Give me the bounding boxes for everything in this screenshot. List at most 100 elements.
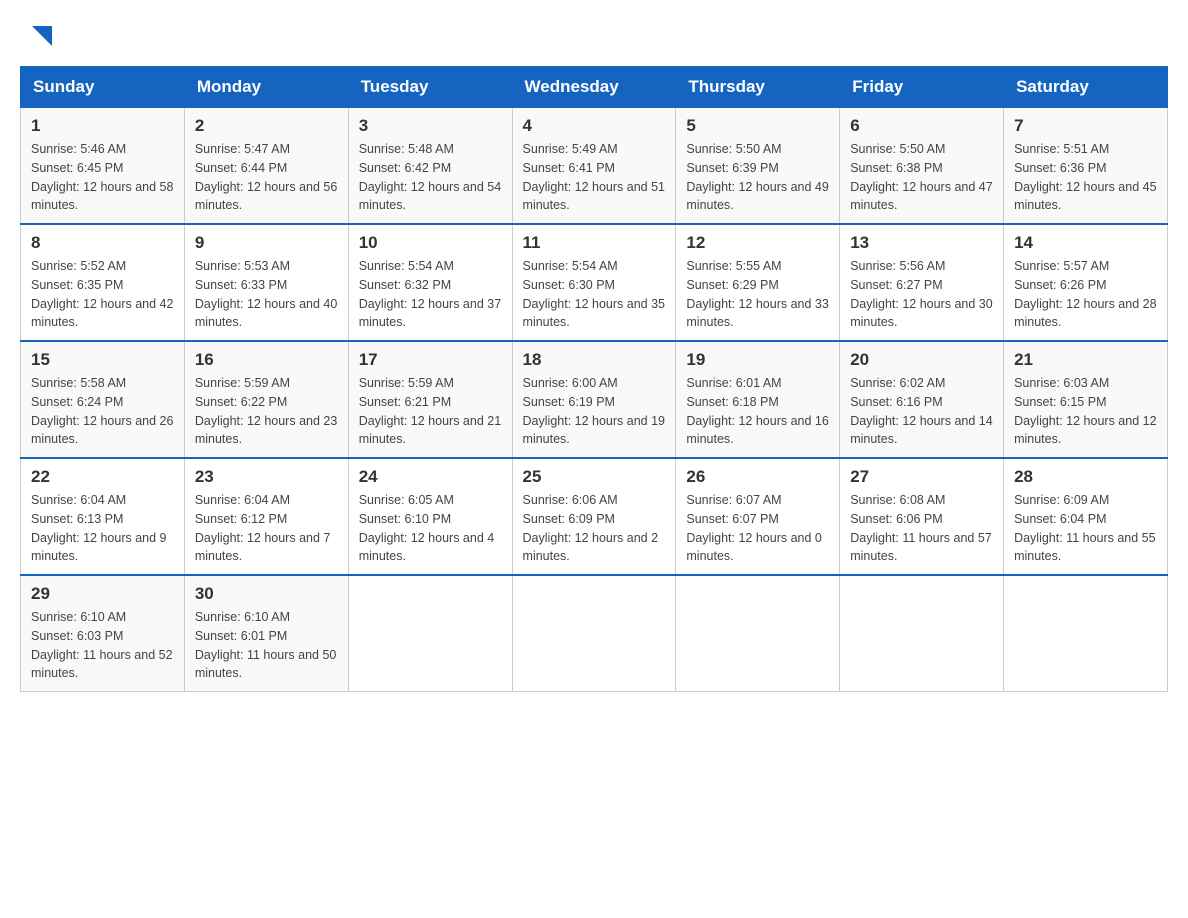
day-info: Sunrise: 5:52 AMSunset: 6:35 PMDaylight:… <box>31 257 174 332</box>
day-info: Sunrise: 6:04 AMSunset: 6:12 PMDaylight:… <box>195 491 338 566</box>
day-info: Sunrise: 5:56 AMSunset: 6:27 PMDaylight:… <box>850 257 993 332</box>
calendar-cell: 26 Sunrise: 6:07 AMSunset: 6:07 PMDayligh… <box>676 458 840 575</box>
day-info: Sunrise: 5:50 AMSunset: 6:38 PMDaylight:… <box>850 140 993 215</box>
calendar-header-row: SundayMondayTuesdayWednesdayThursdayFrid… <box>21 67 1168 108</box>
calendar-cell: 22 Sunrise: 6:04 AMSunset: 6:13 PMDayligh… <box>21 458 185 575</box>
calendar-cell: 8 Sunrise: 5:52 AMSunset: 6:35 PMDaylight… <box>21 224 185 341</box>
day-number: 9 <box>195 233 338 253</box>
calendar-cell: 1Sunrise: 5:46 AMSunset: 6:45 PMDaylight… <box>21 108 185 225</box>
day-number: 23 <box>195 467 338 487</box>
page-header <box>20 20 1168 46</box>
calendar-cell: 2 Sunrise: 5:47 AMSunset: 6:44 PMDaylight… <box>184 108 348 225</box>
day-info: Sunrise: 6:00 AMSunset: 6:19 PMDaylight:… <box>523 374 666 449</box>
day-number: 27 <box>850 467 993 487</box>
day-number: 19 <box>686 350 829 370</box>
calendar-cell: 30Sunrise: 6:10 AMSunset: 6:01 PMDayligh… <box>184 575 348 692</box>
day-info: Sunrise: 5:50 AMSunset: 6:39 PMDaylight:… <box>686 140 829 215</box>
day-info: Sunrise: 6:09 AMSunset: 6:04 PMDaylight:… <box>1014 491 1157 566</box>
day-number: 8 <box>31 233 174 253</box>
day-info: Sunrise: 6:06 AMSunset: 6:09 PMDaylight:… <box>523 491 666 566</box>
calendar-cell: 9 Sunrise: 5:53 AMSunset: 6:33 PMDaylight… <box>184 224 348 341</box>
calendar-cell: 10 Sunrise: 5:54 AMSunset: 6:32 PMDayligh… <box>348 224 512 341</box>
calendar-cell: 25 Sunrise: 6:06 AMSunset: 6:09 PMDayligh… <box>512 458 676 575</box>
day-number: 12 <box>686 233 829 253</box>
calendar-cell: 27 Sunrise: 6:08 AMSunset: 6:06 PMDayligh… <box>840 458 1004 575</box>
day-info: Sunrise: 6:01 AMSunset: 6:18 PMDaylight:… <box>686 374 829 449</box>
day-info: Sunrise: 6:02 AMSunset: 6:16 PMDaylight:… <box>850 374 993 449</box>
day-header-thursday: Thursday <box>676 67 840 108</box>
calendar-cell: 6Sunrise: 5:50 AMSunset: 6:38 PMDaylight… <box>840 108 1004 225</box>
day-info: Sunrise: 5:48 AMSunset: 6:42 PMDaylight:… <box>359 140 502 215</box>
day-info: Sunrise: 5:54 AMSunset: 6:30 PMDaylight:… <box>523 257 666 332</box>
calendar-table: SundayMondayTuesdayWednesdayThursdayFrid… <box>20 66 1168 692</box>
day-number: 3 <box>359 116 502 136</box>
day-info: Sunrise: 5:57 AMSunset: 6:26 PMDaylight:… <box>1014 257 1157 332</box>
calendar-cell: 12Sunrise: 5:55 AMSunset: 6:29 PMDayligh… <box>676 224 840 341</box>
day-header-friday: Friday <box>840 67 1004 108</box>
day-info: Sunrise: 5:49 AMSunset: 6:41 PMDaylight:… <box>523 140 666 215</box>
day-header-wednesday: Wednesday <box>512 67 676 108</box>
calendar-week-row: 8 Sunrise: 5:52 AMSunset: 6:35 PMDaylight… <box>21 224 1168 341</box>
logo-arrow-icon <box>32 26 52 46</box>
calendar-cell: 4 Sunrise: 5:49 AMSunset: 6:41 PMDaylight… <box>512 108 676 225</box>
calendar-cell: 7 Sunrise: 5:51 AMSunset: 6:36 PMDaylight… <box>1004 108 1168 225</box>
calendar-cell: 18 Sunrise: 6:00 AMSunset: 6:19 PMDayligh… <box>512 341 676 458</box>
day-number: 21 <box>1014 350 1157 370</box>
calendar-cell <box>840 575 1004 692</box>
calendar-cell: 13 Sunrise: 5:56 AMSunset: 6:27 PMDayligh… <box>840 224 1004 341</box>
day-number: 7 <box>1014 116 1157 136</box>
day-info: Sunrise: 6:07 AMSunset: 6:07 PMDaylight:… <box>686 491 829 566</box>
calendar-cell: 19 Sunrise: 6:01 AMSunset: 6:18 PMDayligh… <box>676 341 840 458</box>
calendar-cell: 5 Sunrise: 5:50 AMSunset: 6:39 PMDaylight… <box>676 108 840 225</box>
day-number: 18 <box>523 350 666 370</box>
day-header-tuesday: Tuesday <box>348 67 512 108</box>
day-info: Sunrise: 5:59 AMSunset: 6:22 PMDaylight:… <box>195 374 338 449</box>
day-number: 17 <box>359 350 502 370</box>
day-number: 13 <box>850 233 993 253</box>
calendar-cell <box>676 575 840 692</box>
day-number: 2 <box>195 116 338 136</box>
calendar-cell: 21 Sunrise: 6:03 AMSunset: 6:15 PMDayligh… <box>1004 341 1168 458</box>
calendar-cell <box>1004 575 1168 692</box>
day-number: 25 <box>523 467 666 487</box>
calendar-week-row: 29 Sunrise: 6:10 AMSunset: 6:03 PMDayligh… <box>21 575 1168 692</box>
day-number: 11 <box>523 233 666 253</box>
day-info: Sunrise: 5:58 AMSunset: 6:24 PMDaylight:… <box>31 374 174 449</box>
calendar-cell: 17 Sunrise: 5:59 AMSunset: 6:21 PMDayligh… <box>348 341 512 458</box>
calendar-cell: 20 Sunrise: 6:02 AMSunset: 6:16 PMDayligh… <box>840 341 1004 458</box>
day-header-monday: Monday <box>184 67 348 108</box>
day-number: 14 <box>1014 233 1157 253</box>
day-info: Sunrise: 5:51 AMSunset: 6:36 PMDaylight:… <box>1014 140 1157 215</box>
day-info: Sunrise: 6:03 AMSunset: 6:15 PMDaylight:… <box>1014 374 1157 449</box>
day-info: Sunrise: 6:04 AMSunset: 6:13 PMDaylight:… <box>31 491 174 566</box>
calendar-week-row: 1Sunrise: 5:46 AMSunset: 6:45 PMDaylight… <box>21 108 1168 225</box>
day-number: 22 <box>31 467 174 487</box>
calendar-cell: 23 Sunrise: 6:04 AMSunset: 6:12 PMDayligh… <box>184 458 348 575</box>
day-info: Sunrise: 5:59 AMSunset: 6:21 PMDaylight:… <box>359 374 502 449</box>
calendar-cell: 11 Sunrise: 5:54 AMSunset: 6:30 PMDayligh… <box>512 224 676 341</box>
day-number: 24 <box>359 467 502 487</box>
day-number: 20 <box>850 350 993 370</box>
calendar-cell: 14 Sunrise: 5:57 AMSunset: 6:26 PMDayligh… <box>1004 224 1168 341</box>
calendar-cell: 28Sunrise: 6:09 AMSunset: 6:04 PMDayligh… <box>1004 458 1168 575</box>
day-header-sunday: Sunday <box>21 67 185 108</box>
day-number: 15 <box>31 350 174 370</box>
day-number: 29 <box>31 584 174 604</box>
day-number: 1 <box>31 116 174 136</box>
day-number: 5 <box>686 116 829 136</box>
calendar-cell: 24Sunrise: 6:05 AMSunset: 6:10 PMDayligh… <box>348 458 512 575</box>
day-number: 26 <box>686 467 829 487</box>
day-number: 10 <box>359 233 502 253</box>
logo <box>30 30 52 46</box>
calendar-cell: 3 Sunrise: 5:48 AMSunset: 6:42 PMDaylight… <box>348 108 512 225</box>
day-info: Sunrise: 5:47 AMSunset: 6:44 PMDaylight:… <box>195 140 338 215</box>
day-info: Sunrise: 5:53 AMSunset: 6:33 PMDaylight:… <box>195 257 338 332</box>
day-number: 16 <box>195 350 338 370</box>
day-info: Sunrise: 5:54 AMSunset: 6:32 PMDaylight:… <box>359 257 502 332</box>
calendar-cell <box>348 575 512 692</box>
day-info: Sunrise: 6:08 AMSunset: 6:06 PMDaylight:… <box>850 491 993 566</box>
day-number: 4 <box>523 116 666 136</box>
calendar-cell: 15 Sunrise: 5:58 AMSunset: 6:24 PMDayligh… <box>21 341 185 458</box>
day-info: Sunrise: 6:10 AMSunset: 6:03 PMDaylight:… <box>31 608 174 683</box>
calendar-cell: 29 Sunrise: 6:10 AMSunset: 6:03 PMDayligh… <box>21 575 185 692</box>
